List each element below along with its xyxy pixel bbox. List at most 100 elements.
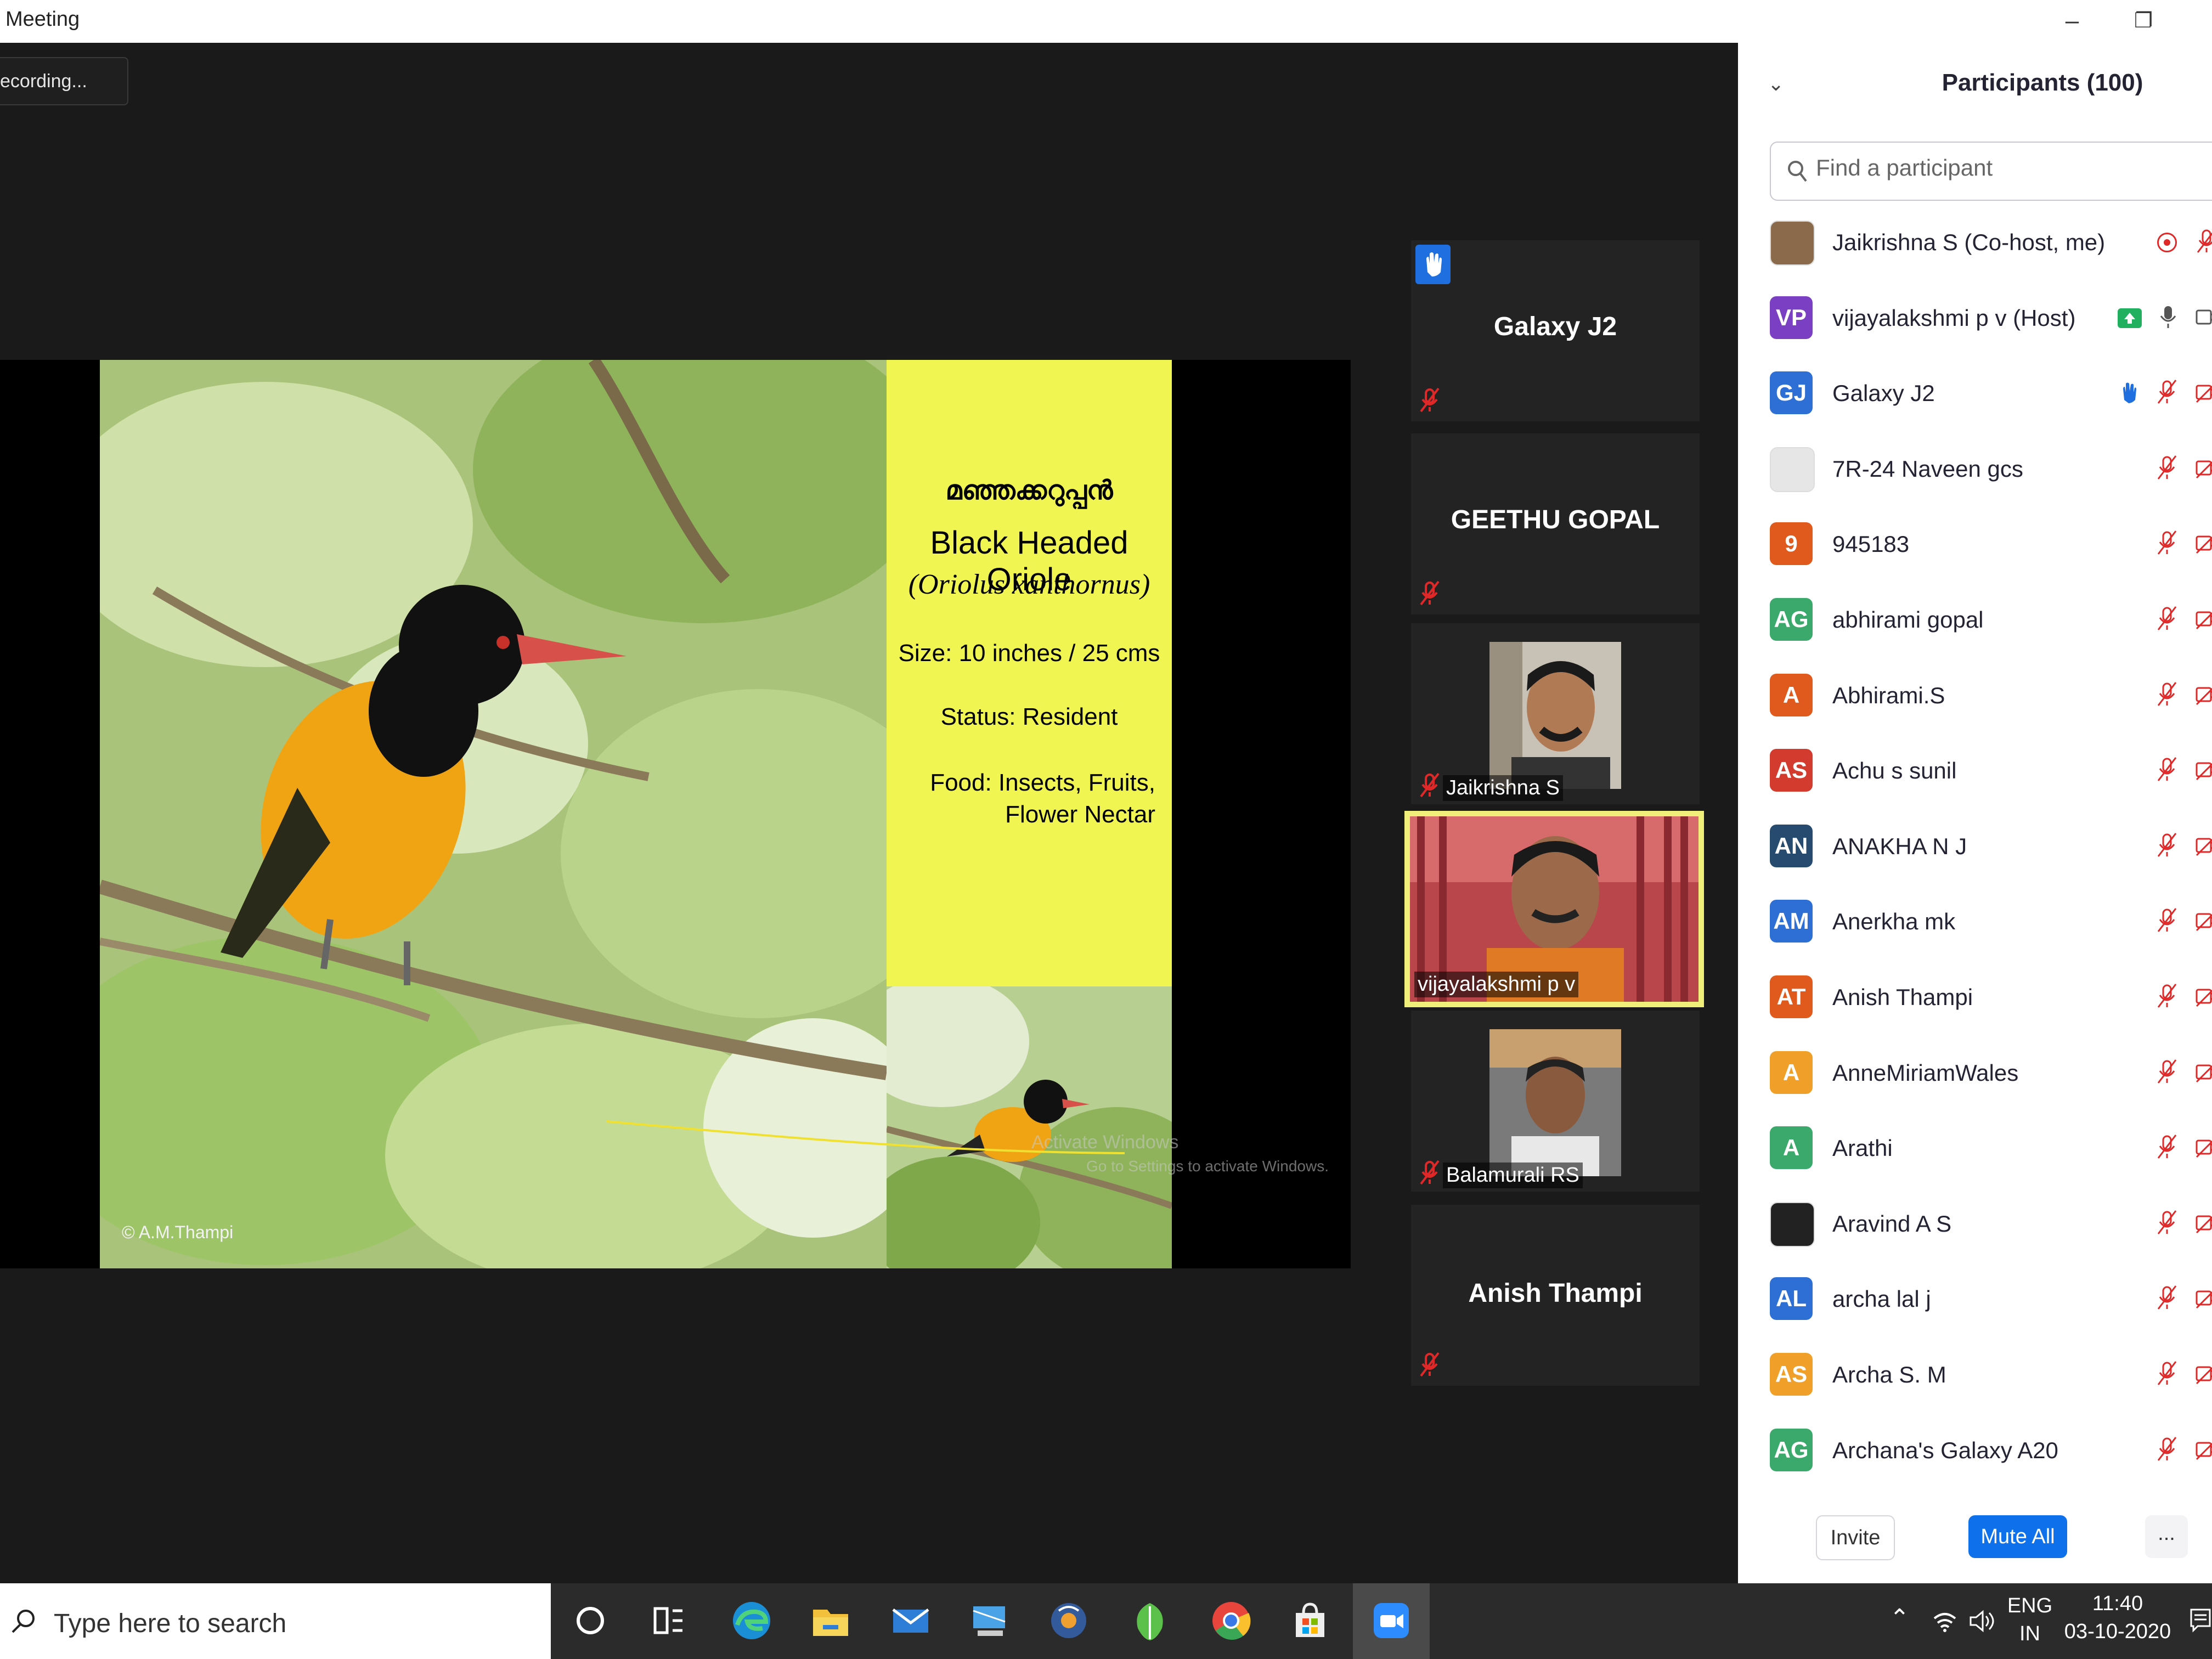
- participant-name: abhirami gopal: [1832, 607, 1984, 633]
- mute-all-button[interactable]: Mute All: [1968, 1515, 2067, 1558]
- video-off-icon[interactable]: [2194, 1361, 2212, 1390]
- media-player-icon[interactable]: [1042, 1594, 1095, 1647]
- muted-mic-icon: [1420, 1160, 1440, 1185]
- participant-name: Achu s sunil: [1832, 758, 1957, 784]
- participant-row[interactable]: VP vijayalakshmi p v (Host): [1738, 280, 2212, 356]
- minimize-button[interactable]: –: [2053, 4, 2091, 37]
- muted-mic-icon[interactable]: [2155, 1285, 2179, 1314]
- muted-mic-icon[interactable]: [2155, 1436, 2179, 1465]
- video-tile-anish-thampi[interactable]: Anish Thampi: [1411, 1205, 1700, 1386]
- muted-mic-icon[interactable]: [2194, 228, 2212, 257]
- muted-mic-icon[interactable]: [2155, 757, 2179, 786]
- muted-mic-icon[interactable]: [2155, 455, 2179, 484]
- participant-row[interactable]: 7R-24 Naveen gcs: [1738, 431, 2212, 506]
- volume-icon[interactable]: [1967, 1607, 1997, 1635]
- participants-title: Participants (100): [1942, 69, 2143, 96]
- video-tile-balamurali[interactable]: Balamurali RS: [1411, 1011, 1700, 1192]
- video-off-icon[interactable]: [2194, 1134, 2212, 1163]
- muted-mic-icon[interactable]: [2155, 606, 2179, 635]
- video-tile-geethu-gopal[interactable]: GEETHU GOPAL: [1411, 433, 1700, 614]
- language-indicator[interactable]: ENG IN: [2002, 1594, 2057, 1646]
- participant-row[interactable]: AM Anerkha mk: [1738, 883, 2212, 959]
- video-tile-jaikrishna[interactable]: Jaikrishna S: [1411, 623, 1700, 804]
- video-off-icon[interactable]: [2194, 1210, 2212, 1239]
- video-off-icon[interactable]: [2194, 1059, 2212, 1088]
- video-off-icon[interactable]: [2194, 757, 2212, 786]
- activate-windows-watermark: Activate Windows Go to Settings to activ…: [1031, 1130, 1329, 1178]
- raised-hand-badge: [1415, 245, 1451, 284]
- video-off-icon[interactable]: [2194, 1285, 2212, 1314]
- participant-row[interactable]: A Abhirami.S: [1738, 657, 2212, 733]
- wifi-icon[interactable]: [1931, 1607, 1959, 1635]
- recording-indicator[interactable]: ecording...: [0, 57, 128, 105]
- participant-row[interactable]: Jaikrishna S (Co-host, me): [1738, 204, 2212, 280]
- green-leaf-app-icon[interactable]: [1124, 1594, 1176, 1647]
- clock-date: 03-10-2020: [2064, 1620, 2171, 1643]
- video-off-icon[interactable]: [2194, 832, 2212, 861]
- mail-icon[interactable]: [884, 1594, 937, 1647]
- video-off-icon[interactable]: [2194, 455, 2212, 484]
- video-icon[interactable]: [2194, 304, 2212, 333]
- video-off-icon[interactable]: [2194, 907, 2212, 936]
- video-off-icon[interactable]: [2194, 681, 2212, 710]
- participant-name: AnneMiriamWales: [1832, 1059, 2019, 1086]
- slide-food-line1: Food: Insects, Fruits,: [930, 769, 1155, 796]
- muted-mic-icon[interactable]: [2155, 1059, 2179, 1088]
- video-off-icon[interactable]: [2194, 1436, 2212, 1465]
- file-explorer-icon[interactable]: [804, 1594, 857, 1647]
- muted-mic-icon[interactable]: [2155, 832, 2179, 861]
- participant-name: vijayalakshmi p v (Host): [1832, 304, 2076, 331]
- video-off-icon[interactable]: [2194, 606, 2212, 635]
- video-off-icon[interactable]: [2194, 530, 2212, 559]
- participant-name: Arathi: [1832, 1135, 1893, 1161]
- participant-row[interactable]: A AnneMiriamWales: [1738, 1035, 2212, 1110]
- tile-name-jaikrishna: Jaikrishna S: [1443, 775, 1563, 801]
- participant-row[interactable]: Aravind A S: [1738, 1186, 2212, 1261]
- slide-food-line2: Flower Nectar: [1005, 801, 1155, 828]
- muted-mic-icon[interactable]: [2155, 1361, 2179, 1390]
- participant-row[interactable]: A Arathi: [1738, 1110, 2212, 1186]
- remote-desktop-icon[interactable]: [963, 1594, 1016, 1647]
- video-off-icon[interactable]: [2194, 983, 2212, 1012]
- tray-chevron-up-icon[interactable]: ⌃: [1889, 1604, 1910, 1632]
- muted-mic-icon[interactable]: [2155, 379, 2179, 408]
- zoom-app-icon[interactable]: [1365, 1594, 1418, 1647]
- participant-row[interactable]: AL archa lal j: [1738, 1261, 2212, 1336]
- cortana-icon[interactable]: [564, 1594, 617, 1647]
- clock-time: 11:40: [2092, 1592, 2143, 1615]
- clock[interactable]: 11:40 03-10-2020: [2063, 1592, 2172, 1644]
- video-tile-galaxy-j2[interactable]: Galaxy J2: [1411, 240, 1700, 421]
- participant-row[interactable]: AT Anish Thampi: [1738, 959, 2212, 1035]
- watermark-line1: Activate Windows: [1031, 1132, 1179, 1153]
- notifications-icon[interactable]: [2189, 1606, 2212, 1634]
- muted-mic-icon[interactable]: [2155, 983, 2179, 1012]
- restore-button[interactable]: ❐: [2124, 4, 2163, 37]
- participant-row[interactable]: AG Archana's Galaxy A20: [1738, 1412, 2212, 1488]
- participant-row[interactable]: AG abhirami gopal: [1738, 582, 2212, 657]
- muted-mic-icon[interactable]: [2155, 530, 2179, 559]
- store-icon[interactable]: [1284, 1594, 1336, 1647]
- muted-mic-icon[interactable]: [2155, 1210, 2179, 1239]
- participant-name: Galaxy J2: [1832, 380, 1935, 407]
- edge-browser-icon[interactable]: [725, 1594, 778, 1647]
- muted-mic-icon[interactable]: [2155, 1134, 2179, 1163]
- participant-row[interactable]: AS Achu s sunil: [1738, 732, 2212, 808]
- avatar: VP: [1770, 296, 1813, 339]
- muted-mic-icon[interactable]: [2155, 681, 2179, 710]
- task-view-icon[interactable]: [642, 1594, 695, 1647]
- video-tile-vijayalakshmi[interactable]: vijayalakshmi p v: [1410, 816, 1699, 1002]
- avatar: A: [1770, 1126, 1813, 1170]
- participant-row[interactable]: GJ Galaxy J2: [1738, 355, 2212, 431]
- chrome-icon[interactable]: [1205, 1594, 1257, 1647]
- muted-mic-icon[interactable]: [2155, 907, 2179, 936]
- video-off-icon[interactable]: [2194, 379, 2212, 408]
- participant-video-balamurali: [1489, 1029, 1621, 1176]
- mic-icon[interactable]: [2156, 304, 2180, 333]
- participant-name: Aravind A S: [1832, 1210, 1952, 1237]
- watermark-line2: Go to Settings to activate Windows.: [1086, 1158, 1329, 1175]
- more-options-button[interactable]: ...: [2145, 1515, 2188, 1558]
- participant-row[interactable]: 9 945183: [1738, 506, 2212, 582]
- participant-row[interactable]: AN ANAKHA N J: [1738, 808, 2212, 884]
- invite-button[interactable]: Invite: [1816, 1515, 1895, 1560]
- participant-row[interactable]: AS Archa S. M: [1738, 1336, 2212, 1412]
